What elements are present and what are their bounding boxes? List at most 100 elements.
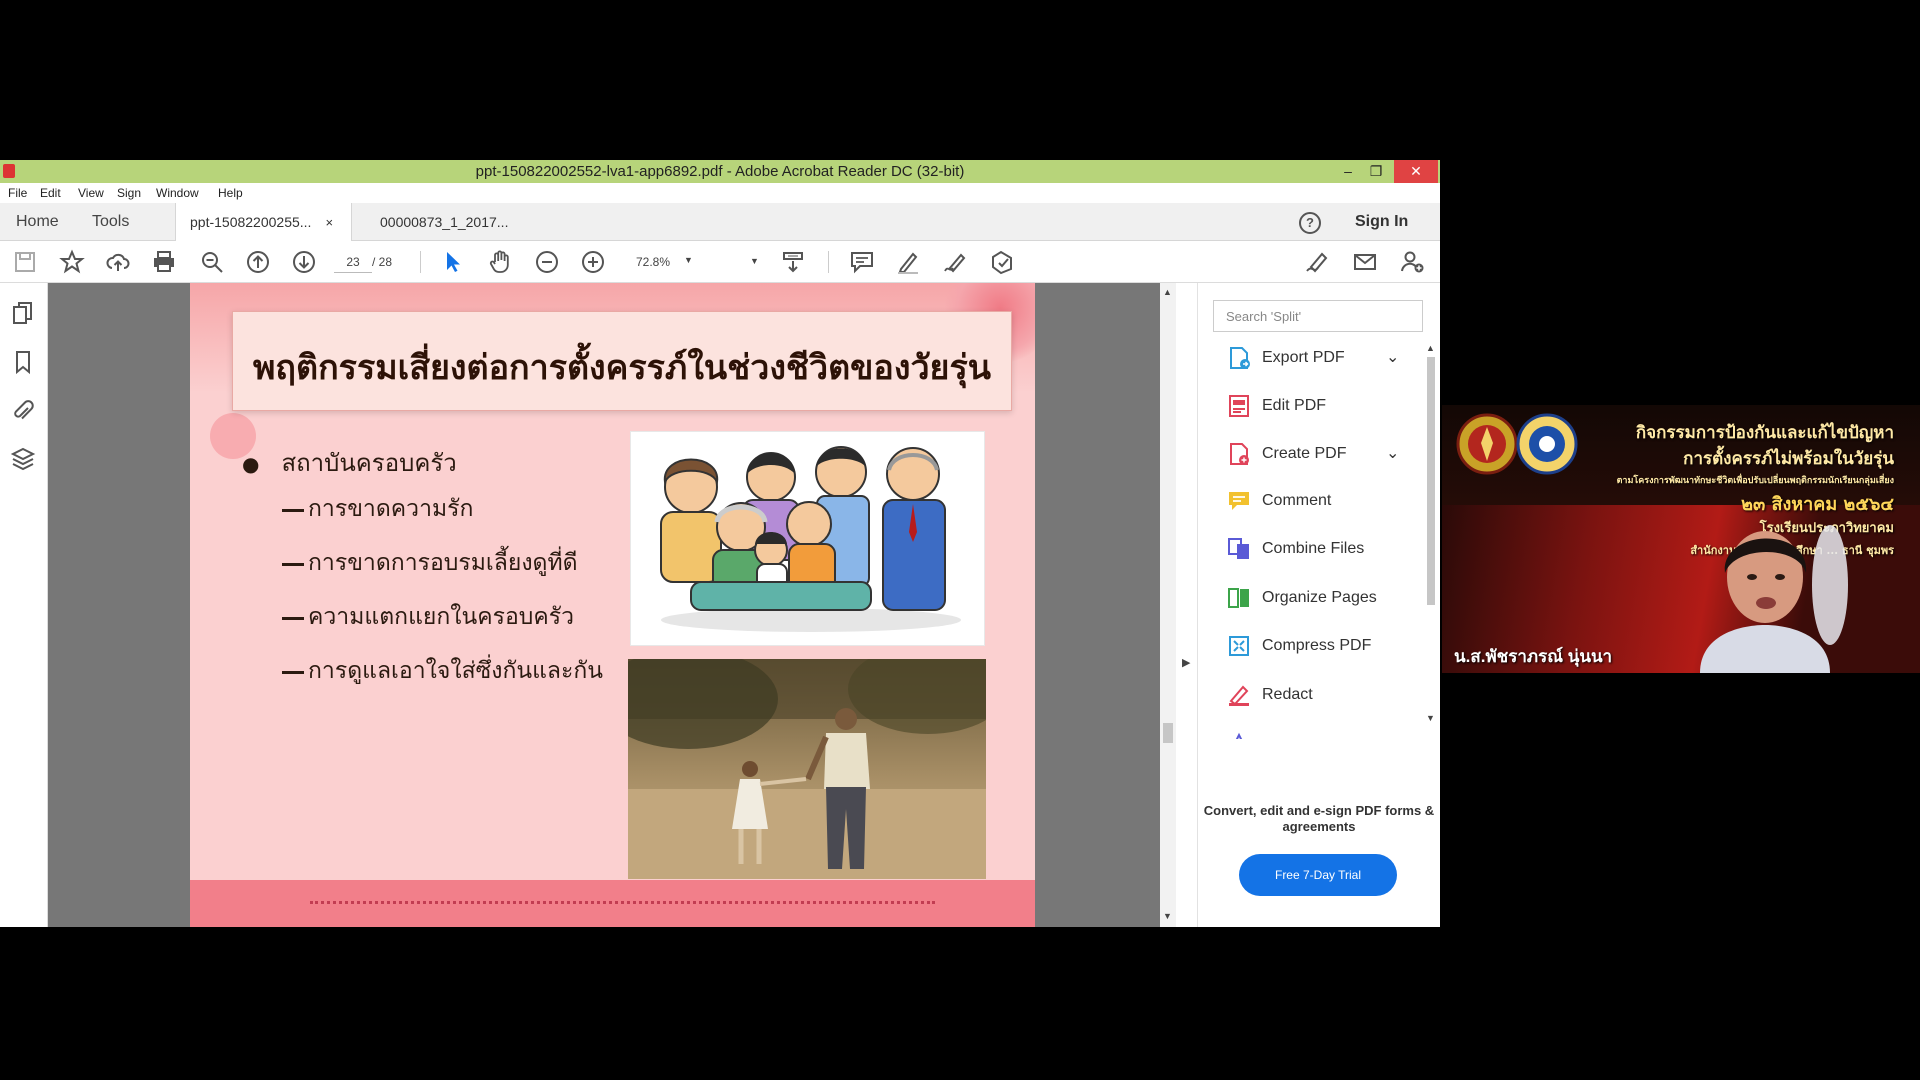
zoom-level-dropdown[interactable]: 72.8% ▼ bbox=[624, 251, 694, 273]
slide-footer-band bbox=[190, 880, 1035, 927]
webcam-caption-line2: การตั้งครรภ์ไม่พร้อมในวัยรุ่น bbox=[1683, 449, 1894, 469]
add-user-icon[interactable] bbox=[1399, 249, 1425, 275]
upload-cloud-icon[interactable] bbox=[105, 249, 131, 275]
slide-title: พฤติกรรมเสี่ยงต่อการตั้งครรภ์ในช่วงชีวิต… bbox=[253, 348, 991, 388]
title-bar: ppt-150822002552-lva1-app6892.pdf - Adob… bbox=[0, 160, 1440, 183]
tab-close-icon[interactable]: × bbox=[325, 215, 333, 230]
scroll-down-arrow-icon[interactable]: ▼ bbox=[1163, 911, 1172, 921]
footer-ornament bbox=[310, 901, 935, 904]
close-button[interactable]: ✕ bbox=[1394, 160, 1438, 183]
export-pdf-icon bbox=[1230, 347, 1250, 369]
attachments-paperclip-icon[interactable] bbox=[10, 398, 36, 424]
tool-redact-label: Redact bbox=[1262, 686, 1313, 703]
chevron-down-icon[interactable]: ⌄ bbox=[1386, 443, 1399, 463]
menu-sign[interactable]: Sign bbox=[117, 186, 141, 200]
scroll-up-arrow-icon[interactable]: ▲ bbox=[1163, 287, 1172, 297]
draw-sign-icon[interactable] bbox=[942, 249, 968, 275]
promo-text: Convert, edit and e-sign PDF forms & agr… bbox=[1203, 803, 1435, 834]
scrollbar-thumb[interactable] bbox=[1427, 357, 1435, 605]
more-tools-chevron-icon[interactable]: ▼ bbox=[750, 256, 759, 266]
tools-pane-scrollbar[interactable]: ▲ ▼ bbox=[1424, 343, 1438, 723]
menu-bar: File Edit View Sign Window Help bbox=[0, 183, 1440, 203]
scroll-down-arrow-icon[interactable]: ▼ bbox=[1426, 713, 1435, 723]
menu-help[interactable]: Help bbox=[218, 186, 243, 200]
collapse-right-pane-icon[interactable]: ▶ bbox=[1182, 656, 1190, 669]
highlight-pen-icon[interactable] bbox=[895, 249, 921, 275]
zoom-in-icon[interactable] bbox=[580, 249, 606, 275]
webcam-caption-date: ๒๓ สิงหาคม ๒๕๖๔ bbox=[1741, 494, 1894, 515]
menu-window[interactable]: Window bbox=[156, 186, 199, 200]
tool-create-pdf[interactable]: Create PDF ⌄ bbox=[1226, 439, 1406, 469]
tab-document-1-label: ppt-15082200255... bbox=[190, 214, 312, 230]
restore-button[interactable]: ❐ bbox=[1358, 160, 1394, 183]
help-icon[interactable]: ? bbox=[1299, 212, 1321, 234]
tab-document-2[interactable]: 00000873_1_2017... bbox=[366, 203, 522, 241]
zoom-search-icon[interactable] bbox=[199, 249, 225, 275]
tab-document-1[interactable]: ppt-15082200255... × bbox=[175, 203, 352, 241]
tool-compress-pdf[interactable]: Compress PDF bbox=[1226, 631, 1406, 661]
tool-combine-files[interactable]: Combine Files bbox=[1226, 534, 1406, 564]
slide-title-box: พฤติกรรมเสี่ยงต่อการตั้งครรภ์ในช่วงชีวิต… bbox=[232, 311, 1012, 411]
chevron-down-icon[interactable]: ⌄ bbox=[1386, 347, 1399, 367]
layers-icon[interactable] bbox=[10, 446, 36, 472]
page-up-icon[interactable] bbox=[245, 249, 271, 275]
tool-compress-pdf-label: Compress PDF bbox=[1262, 637, 1372, 654]
fill-sign-icon[interactable] bbox=[1305, 249, 1331, 275]
menu-view[interactable]: View bbox=[78, 186, 104, 200]
email-icon[interactable] bbox=[1352, 249, 1378, 275]
tools-search-input[interactable]: Search 'Split' bbox=[1213, 300, 1423, 332]
save-icon[interactable] bbox=[12, 249, 38, 275]
webcam-caption-line1: กิจกรรมการป้องกันและแก้ไขปัญหา bbox=[1635, 423, 1894, 443]
stamp-tag-icon[interactable] bbox=[989, 249, 1015, 275]
print-icon[interactable] bbox=[151, 249, 177, 275]
select-cursor-icon[interactable] bbox=[440, 249, 466, 275]
slide-sub-bullet-text: การขาดการอบรมเลี้ยงดูที่ดี bbox=[308, 550, 578, 576]
main-toolbar: 23 / 28 72.8% ▼ ▼ bbox=[0, 241, 1440, 283]
menu-file[interactable]: File bbox=[8, 186, 27, 200]
tool-edit-pdf[interactable]: Edit PDF bbox=[1226, 391, 1406, 421]
document-view[interactable]: พฤติกรรมเสี่ยงต่อการตั้งครรภ์ในช่วงชีวิต… bbox=[48, 283, 1160, 927]
menu-edit[interactable]: Edit bbox=[40, 186, 61, 200]
bookmarks-icon[interactable] bbox=[10, 349, 36, 375]
left-navigation-pane: ◀ bbox=[0, 283, 61, 927]
slide-sub-bullet: การขาดการอบรมเลี้ยงดูที่ดี bbox=[282, 545, 578, 581]
tool-redact[interactable]: Redact bbox=[1226, 680, 1406, 710]
free-trial-button[interactable]: Free 7-Day Trial bbox=[1239, 854, 1397, 896]
slide-page: พฤติกรรมเสี่ยงต่อการตั้งครรภ์ในช่วงชีวิต… bbox=[190, 283, 1035, 927]
organize-pages-icon bbox=[1228, 588, 1249, 608]
tool-comment-label: Comment bbox=[1262, 492, 1332, 509]
slide-sub-bullet: การขาดความรัก bbox=[282, 491, 473, 527]
scrollbar-thumb[interactable] bbox=[1163, 723, 1173, 743]
tab-home[interactable]: Home bbox=[16, 213, 59, 231]
tools-pane: Search 'Split' Export PDF ⌄ Edit PDF Cre… bbox=[1198, 283, 1440, 927]
chevron-down-icon: ▼ bbox=[684, 255, 693, 265]
scroll-mode-icon[interactable] bbox=[780, 249, 806, 275]
tool-panel-toggle-strip: ▶ bbox=[1176, 283, 1198, 927]
comment-icon[interactable] bbox=[849, 249, 875, 275]
hand-tool-icon[interactable] bbox=[487, 249, 513, 275]
slide-sub-bullet-text: การขาดความรัก bbox=[308, 496, 474, 522]
page-number-input[interactable]: 23 bbox=[334, 251, 372, 273]
page-down-icon[interactable] bbox=[291, 249, 317, 275]
tool-edit-pdf-label: Edit PDF bbox=[1262, 397, 1327, 414]
tool-comment[interactable]: Comment bbox=[1226, 486, 1406, 516]
page-thumbnails-icon[interactable] bbox=[10, 301, 36, 327]
father-daughter-photo bbox=[628, 659, 986, 879]
document-scrollbar[interactable]: ▲ ▼ bbox=[1160, 283, 1176, 927]
presenter-video bbox=[1700, 525, 1848, 673]
tool-create-pdf-label: Create PDF bbox=[1262, 445, 1347, 462]
bookmark-star-icon[interactable] bbox=[59, 249, 85, 275]
tool-organize-pages[interactable]: Organize Pages bbox=[1226, 583, 1406, 613]
slide-sub-bullet-text: ความแตกแยกในครอบครัว bbox=[308, 604, 575, 630]
tab-tools[interactable]: Tools bbox=[92, 213, 129, 231]
zoom-level-value: 72.8% bbox=[636, 255, 671, 269]
sign-in-link[interactable]: Sign In bbox=[1355, 213, 1408, 231]
tool-export-pdf-label: Export PDF bbox=[1262, 349, 1345, 366]
scroll-up-arrow-icon[interactable]: ▲ bbox=[1426, 343, 1435, 353]
tool-export-pdf[interactable]: Export PDF ⌄ bbox=[1226, 343, 1406, 373]
toolbar-divider bbox=[420, 251, 421, 273]
agency-seal-logo bbox=[1516, 413, 1578, 475]
bullet-dot: ● bbox=[242, 452, 260, 476]
zoom-out-icon[interactable] bbox=[534, 249, 560, 275]
edit-pdf-icon bbox=[1229, 395, 1249, 417]
